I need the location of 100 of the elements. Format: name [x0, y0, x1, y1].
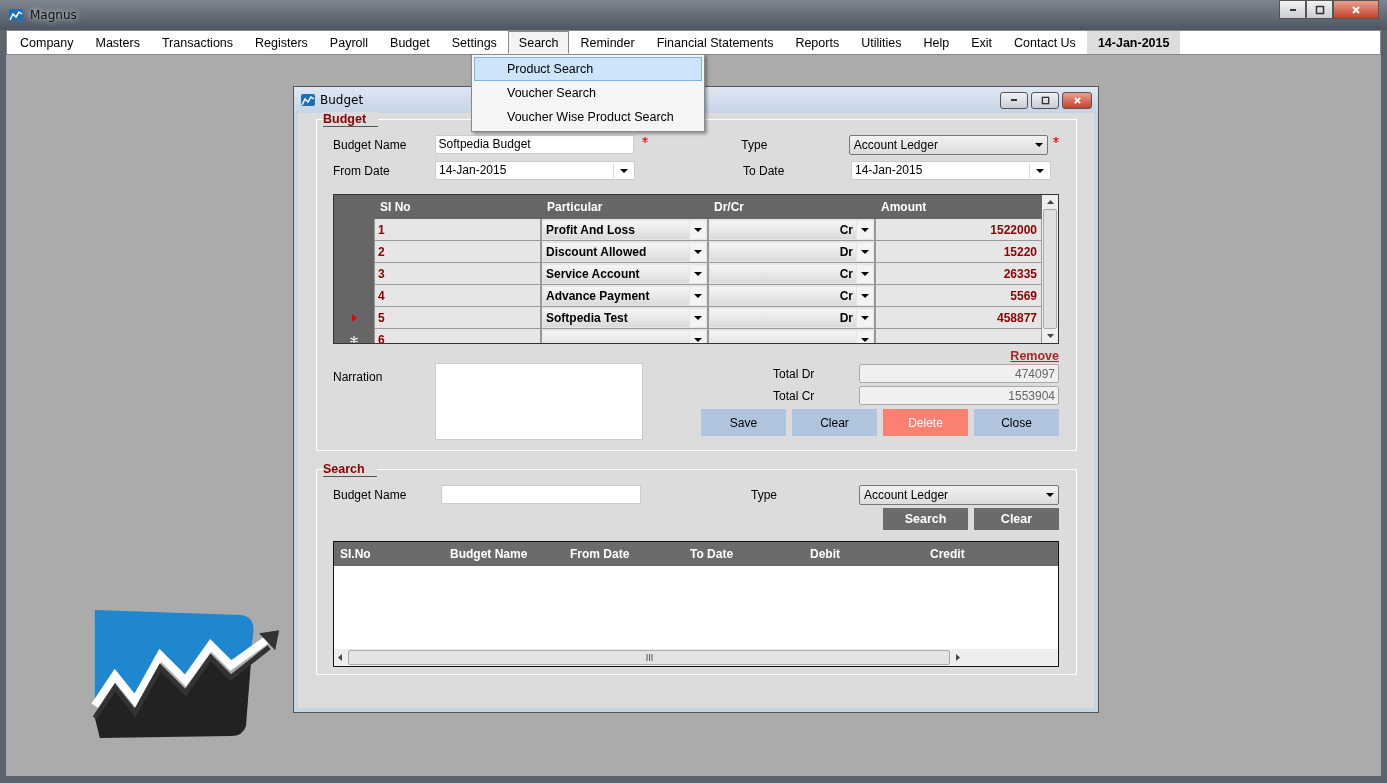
caret-icon	[861, 293, 869, 298]
column-header: Amount	[880, 199, 928, 216]
field-label: Total Dr	[773, 366, 816, 381]
menu-item[interactable]: Search	[507, 31, 570, 54]
field-label: Narration	[333, 370, 384, 384]
budget-name-field[interactable]	[441, 485, 641, 504]
menu-item[interactable]: Budget	[379, 31, 441, 54]
maximize-button[interactable]	[1031, 91, 1059, 109]
table-cell: 2	[374, 241, 541, 263]
maximize-button[interactable]	[1306, 0, 1333, 19]
particular-dropdown[interactable]: Profit And Loss	[541, 219, 708, 241]
table-cell: 3	[374, 263, 541, 285]
scroll-left-icon	[338, 654, 342, 661]
scroll-right-icon	[956, 654, 960, 661]
column-header: To Date	[689, 547, 735, 561]
table-cell: 4	[374, 285, 541, 307]
menu-item[interactable]: Help	[912, 31, 961, 54]
remove-link[interactable]: Remove	[1010, 349, 1059, 363]
total-cr-field: 1553904	[859, 386, 1059, 405]
menu-item[interactable]: Settings	[440, 31, 508, 54]
close-icon	[1072, 95, 1082, 105]
dr-cr-dropdown[interactable]: Cr	[708, 263, 875, 285]
menu-item[interactable]: Utilities	[850, 31, 913, 54]
type-dropdown[interactable]: Account Ledger	[859, 484, 1059, 505]
column-header: Debit	[809, 547, 841, 561]
dr-cr-dropdown[interactable]: Cr	[708, 285, 875, 307]
maximize-icon	[1040, 95, 1050, 105]
budget-name-field[interactable]: Softpedia Budget	[434, 135, 634, 154]
caret-icon	[1035, 142, 1043, 147]
particular-dropdown[interactable]: Advance Payment	[541, 285, 708, 307]
vertical-scrollbar[interactable]	[1042, 195, 1058, 343]
date-picker[interactable]: 14-Jan-2015	[435, 161, 635, 180]
maximize-icon	[1314, 4, 1325, 15]
particular-dropdown[interactable]: Discount Allowed	[541, 241, 708, 263]
group-title: Budget	[323, 112, 379, 127]
minimize-icon	[1289, 8, 1296, 11]
action-button[interactable]: Clear	[792, 409, 877, 436]
dr-cr-dropdown[interactable]: Dr	[708, 241, 875, 263]
field-label: To Date	[743, 163, 786, 178]
minimize-button[interactable]	[1279, 0, 1306, 19]
column-header: SI.No	[339, 547, 372, 561]
menu-item[interactable]: Reports	[784, 31, 851, 54]
table-cell: 26335	[875, 263, 1042, 285]
column-header: From Date	[569, 547, 631, 561]
horizontal-scrollbar[interactable]	[334, 649, 1058, 666]
table-cell: 1522000	[875, 219, 1042, 241]
type-dropdown[interactable]: Account Ledger	[848, 134, 1048, 155]
table-cell: 15220	[875, 241, 1042, 263]
app-logo-icon	[300, 92, 316, 108]
column-header: Dr/Cr	[713, 199, 745, 216]
caret-icon	[694, 249, 702, 254]
menu-item[interactable]: Masters	[84, 31, 151, 54]
column-header: Budget Name	[449, 547, 529, 561]
menu-item[interactable]: Exit	[960, 31, 1004, 54]
caret-icon	[1036, 168, 1044, 173]
narration-field[interactable]	[435, 363, 643, 440]
menu-item[interactable]: Reminder	[569, 31, 646, 54]
table-cell: 6	[374, 329, 541, 343]
table-cell: 5569	[875, 285, 1042, 307]
caret-icon	[861, 271, 869, 276]
field-label: Type	[741, 137, 769, 152]
particular-dropdown[interactable]: Service Account	[541, 263, 708, 285]
caret-icon	[694, 315, 702, 320]
caret-icon	[620, 168, 628, 173]
search-action-button[interactable]: Clear	[974, 508, 1059, 530]
menu-item[interactable]: Voucher Wise Product Search	[474, 105, 702, 129]
action-button[interactable]: Save	[701, 409, 786, 436]
menu-item[interactable]: Voucher Search	[474, 81, 702, 105]
close-icon	[1351, 4, 1361, 15]
search-action-button[interactable]: Search	[883, 508, 968, 530]
date-label: 14-Jan-2015	[1086, 31, 1181, 54]
dr-cr-dropdown[interactable]: Dr	[708, 307, 875, 329]
close-button[interactable]	[1333, 0, 1379, 19]
menu-item[interactable]: Company	[9, 31, 85, 54]
app-logo-icon	[8, 7, 24, 23]
action-button[interactable]: Close	[974, 409, 1059, 436]
column-header: Particular	[546, 199, 604, 216]
caret-icon	[861, 249, 869, 254]
particular-dropdown[interactable]: Softpedia Test	[541, 307, 708, 329]
minimize-button[interactable]	[1000, 91, 1028, 109]
menu-item[interactable]: Registers	[244, 31, 319, 54]
dr-cr-dropdown[interactable]: Cr	[708, 219, 875, 241]
menu-item[interactable]: Product Search	[474, 57, 702, 81]
field-label: Type	[751, 487, 778, 502]
group-title: Search	[323, 462, 377, 477]
menu-item[interactable]: Contact Us	[1003, 31, 1087, 54]
menu-item[interactable]: Transactions	[150, 31, 245, 54]
dialog-title: Budget	[320, 93, 364, 107]
menu-item[interactable]: Payroll	[318, 31, 380, 54]
caret-icon	[694, 227, 702, 232]
caret-icon	[861, 315, 869, 320]
column-header: SI No	[379, 199, 412, 216]
date-picker[interactable]: 14-Jan-2015	[851, 161, 1051, 180]
field-label: From Date	[333, 163, 391, 178]
current-row-icon	[351, 314, 357, 322]
close-button[interactable]	[1062, 91, 1092, 109]
scroll-down-icon	[1046, 334, 1054, 338]
caret-icon	[1046, 492, 1054, 497]
caret-icon	[694, 337, 702, 342]
menu-item[interactable]: Financial Statements	[645, 31, 785, 54]
